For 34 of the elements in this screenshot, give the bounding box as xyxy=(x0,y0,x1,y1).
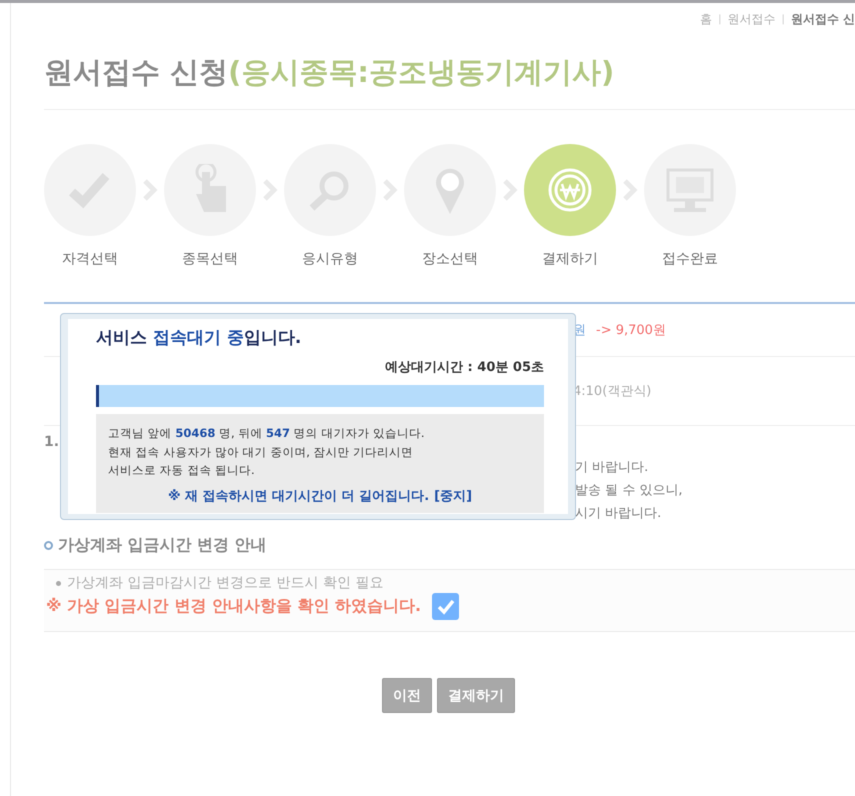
confirm-text: ※ 가상 입금시간 변경 안내사항을 확인 하였습니다. xyxy=(46,596,422,617)
nav-button[interactable]: 이전 xyxy=(382,678,432,713)
nav-button[interactable]: 결제하기 xyxy=(437,678,515,713)
breadcrumb-separator: | xyxy=(781,14,785,24)
warning-text: ※ 재 접속하시면 대기시간이 더 길어집니다. xyxy=(168,488,430,504)
exam-time: 4:10(객관식) xyxy=(573,383,652,400)
notice-text: 기 바랍니다. xyxy=(575,460,648,475)
notice-text: 시기 바랍니다. xyxy=(575,506,662,521)
stop-link[interactable]: [중지] xyxy=(434,486,472,504)
section-title: 가상계좌 입금시간 변경 안내 xyxy=(58,534,267,556)
wait-time: 예상대기시간 : 40분 05초 xyxy=(385,359,544,376)
modal-title: 서비스 접속대기 중입니다. xyxy=(96,327,302,349)
notice-text: 가상계좌 입금마감시간 변경으로 반드시 확인 필요 xyxy=(67,574,384,592)
step-label: 접수완료 xyxy=(662,250,718,268)
breadcrumb-link[interactable]: 홈 xyxy=(700,10,712,28)
breadcrumb-link[interactable]: 원서접수 xyxy=(727,10,776,28)
check-icon xyxy=(436,598,455,614)
bullet-icon xyxy=(56,580,61,586)
step-label: 응시유형 xyxy=(302,250,358,268)
info-text: 서비스로 자동 접속 됩니다. xyxy=(108,462,256,479)
step-label: 장소선택 xyxy=(422,250,478,268)
step-label: 종목선택 xyxy=(182,250,238,268)
step-label: 자격선택 xyxy=(62,250,118,268)
page-title: 원서접수 신청(응시종목:공조냉동기계기사) xyxy=(44,54,616,89)
new-fee: -> 9,700원 xyxy=(596,322,666,339)
notice-text: 발송 될 수 있으니, xyxy=(575,483,683,498)
info-text: 현재 접속 사용자가 많아 대기 중이며, 잠시만 기다리시면 xyxy=(108,444,414,460)
bullet-icon xyxy=(44,540,53,550)
info-text: 고객님 앞에 50468 명, 뒤에 547 명의 대기자가 있습니다. xyxy=(108,425,426,442)
step-label: 결제하기 xyxy=(542,250,598,268)
notice-number: 1. xyxy=(44,434,60,450)
breadcrumb-separator: | xyxy=(718,14,722,24)
breadcrumb-link[interactable]: 원서접수 신 xyxy=(790,10,855,28)
confirm-checkbox[interactable] xyxy=(432,593,460,620)
